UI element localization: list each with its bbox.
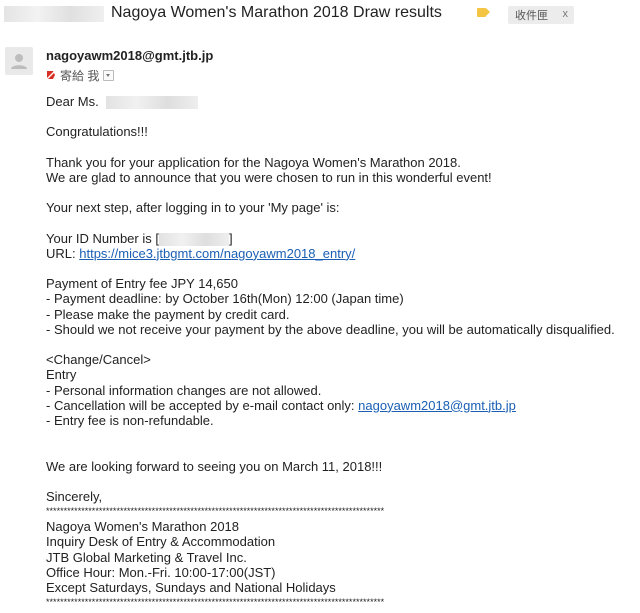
redacted-area (4, 6, 104, 22)
change-cancel-heading: <Change/Cancel> (46, 352, 151, 368)
redacted-id (158, 232, 229, 246)
id-prefix: Your ID Number is [ (46, 230, 159, 246)
entry-cancel-text: - Cancellation will be accepted by e-mai… (46, 397, 359, 413)
signature-line: Nagoya Women's Marathon 2018 (46, 519, 240, 535)
inbox-label-chip[interactable]: 收件匣 x (508, 6, 574, 24)
entry-url-link[interactable]: https://mice3.jtbgmt.com/nagoyawm2018_en… (79, 246, 355, 261)
congrats-line: Congratulations!!! (46, 124, 148, 140)
subject-bar: Nagoya Women's Marathon 2018 Draw result… (0, 0, 640, 30)
id-number-line: Your ID Number is [] (46, 231, 615, 246)
payment-deadline: - Payment deadline: by October 16th(Mon)… (46, 291, 404, 307)
signature-line: Inquiry Desk of Entry & Accommodation (46, 534, 276, 550)
signature-rule: ****************************************… (46, 506, 385, 517)
greeting-text: Dear Ms. (46, 94, 99, 109)
inbox-label-text: 收件匣 (515, 10, 548, 22)
entry-heading: Entry (46, 367, 77, 383)
redacted-name (106, 96, 199, 110)
signature-line: Except Saturdays, Sundays and National H… (46, 580, 336, 595)
email-body: Dear Ms. Congratulations!!! Thank you fo… (46, 94, 615, 610)
label-marker-icon[interactable] (477, 8, 490, 17)
entry-cancel-line: - Cancellation will be accepted by e-mai… (46, 398, 615, 413)
signature-line: JTB Global Marketing & Travel Inc. (46, 549, 247, 565)
sender-email: nagoyawm2018@gmt.jtb.jp (46, 48, 214, 63)
importance-marker-icon[interactable] (46, 70, 56, 80)
url-line: URL: https://mice3.jtbgmt.com/nagoyawm20… (46, 246, 615, 261)
contact-email-link[interactable]: nagoyawm2018@gmt.jtb.jp (358, 398, 516, 413)
recipient-text: 寄給 我 (60, 68, 100, 83)
signature-rule: ****************************************… (46, 597, 385, 608)
chevron-down-icon[interactable] (103, 69, 115, 81)
entry-fee: - Entry fee is non-refundable. (46, 412, 214, 428)
sincerely-line: Sincerely, (46, 488, 103, 504)
next-step-line: Your next step, after logging in to your… (46, 200, 340, 216)
person-icon (5, 47, 33, 75)
url-prefix: URL: (46, 245, 80, 261)
payment-card: - Please make the payment by credit card… (46, 306, 290, 322)
greeting-line: Dear Ms. (46, 94, 615, 110)
closing-line: We are looking forward to seeing you on … (46, 458, 383, 474)
remove-label-icon[interactable]: x (563, 8, 569, 20)
paragraph-line: Thank you for your application for the N… (46, 154, 461, 170)
entry-personal: - Personal information changes are not a… (46, 382, 322, 398)
recipient-row: 寄給 我 (46, 68, 115, 83)
payment-warning: - Should we not receive your payment by … (46, 321, 615, 337)
id-suffix: ] (228, 230, 233, 246)
signature-line: Office Hour: Mon.-Fri. 10:00-17:00(JST) (46, 564, 276, 580)
email-subject: Nagoya Women's Marathon 2018 Draw result… (111, 4, 442, 21)
payment-title: Payment of Entry fee JPY 14,650 (46, 276, 238, 292)
paragraph-line: We are glad to announce that you were ch… (46, 169, 492, 185)
